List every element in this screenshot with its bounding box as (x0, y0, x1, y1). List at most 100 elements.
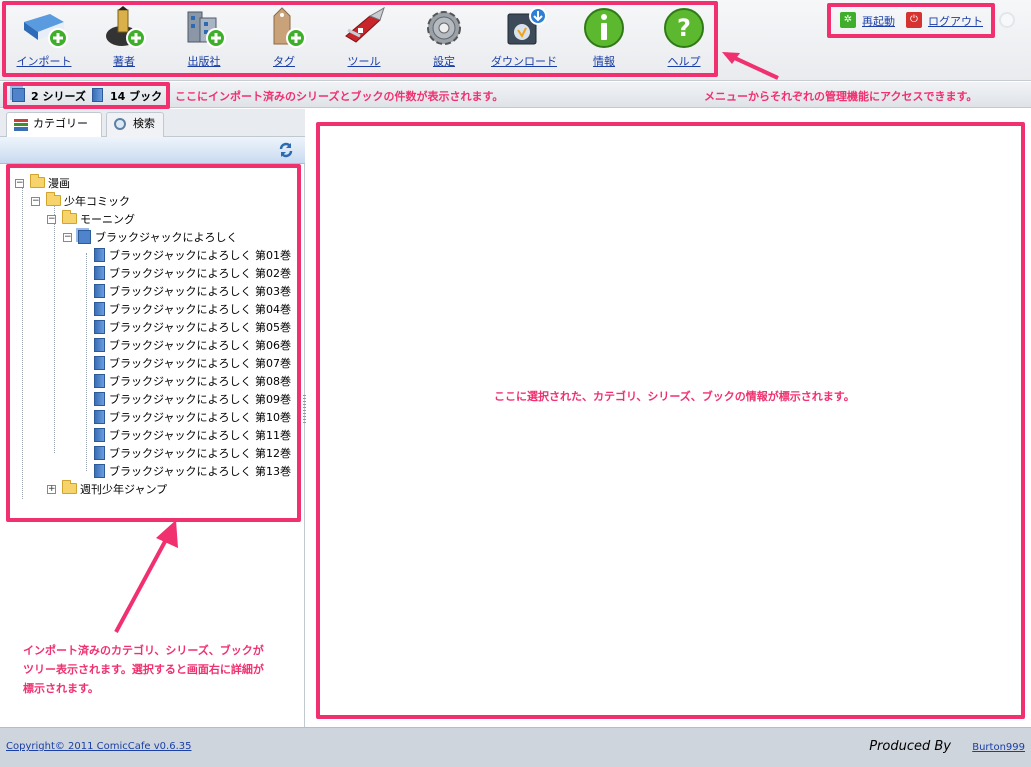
tree-node-book[interactable]: ブラックジャックによろしく 第02巻 (94, 265, 291, 283)
tree-node-book[interactable]: ブラックジャックによろしく 第05巻 (94, 319, 291, 337)
produced-by-label: Produced By (869, 739, 951, 754)
folder-icon (30, 174, 45, 188)
menu-annotation-arrow (722, 52, 779, 80)
tree-node-book[interactable]: ブラックジャックによろしく 第07巻 (94, 355, 291, 373)
tree-node-label: ブラックジャックによろしく 第07巻 (109, 357, 291, 370)
tree-node-series[interactable]: − ブラックジャックによろしく (62, 229, 237, 247)
tree-toolbar (0, 137, 305, 164)
book-icon (94, 428, 105, 442)
tree-node-book[interactable]: ブラックジャックによろしく 第11巻 (94, 427, 291, 445)
series-count: 2 シリーズ (31, 90, 86, 103)
tab-search-label: 検索 (133, 117, 155, 130)
tree-node-book[interactable]: ブラックジャックによろしく 第01巻 (94, 247, 291, 265)
tree-annotation-line: インポート済みのカテゴリ、シリーズ、ブックが (23, 644, 264, 657)
category-list-icon (14, 119, 28, 131)
tree-node-magazine[interactable]: − モーニング (46, 210, 135, 229)
expand-icon[interactable]: + (47, 485, 56, 494)
tree-annotation: インポート済みのカテゴリ、シリーズ、ブックが ツリー表示されます。選択すると画面… (23, 641, 264, 698)
tools-button[interactable]: ツール (326, 6, 402, 72)
tree-node-label: ブラックジャックによろしく 第01巻 (109, 249, 291, 262)
tree-node-root[interactable]: − 漫画 (14, 174, 70, 193)
tag-button[interactable]: タグ (246, 6, 322, 72)
tree-node-book[interactable]: ブラックジャックによろしく 第10巻 (94, 409, 291, 427)
settings-label: 設定 (433, 55, 455, 68)
collapse-icon[interactable]: − (15, 179, 24, 188)
collapse-icon[interactable]: − (47, 215, 56, 224)
tree-node-label: ブラックジャックによろしく 第05巻 (109, 321, 291, 334)
author-link[interactable]: Burton999 (972, 742, 1025, 753)
restart-link[interactable]: 再起動 (862, 13, 895, 29)
tab-category-label: カテゴリー (33, 117, 88, 130)
tree-node-label: ブラックジャックによろしく 第02巻 (109, 267, 291, 280)
tab-search[interactable]: 検索 (106, 112, 164, 137)
folder-icon (46, 192, 61, 206)
count-annotation: ここにインポート済みのシリーズとブックの件数が表示されます。 (175, 90, 504, 103)
book-icon (94, 446, 105, 460)
author-pen-icon (106, 6, 146, 48)
folder-icon (62, 210, 77, 224)
collapse-icon[interactable]: − (63, 233, 72, 242)
logout-link[interactable]: ログアウト (928, 13, 983, 29)
tab-category[interactable]: カテゴリー (6, 112, 102, 138)
tree-line (86, 253, 87, 471)
tree-annotation-line: 標示されます。 (23, 682, 99, 695)
tree-node-book[interactable]: ブラックジャックによろしく 第04巻 (94, 301, 291, 319)
tree-line (22, 181, 23, 499)
book-icon (94, 392, 105, 406)
tree-node-label: 漫画 (48, 177, 70, 190)
folder-icon (62, 480, 77, 494)
tree-node-label: 少年コミック (64, 195, 130, 208)
tab-bar: カテゴリー 検索 (0, 109, 305, 138)
power-icon[interactable]: ⏻ (906, 12, 922, 28)
download-button[interactable]: ダウンロード (486, 6, 562, 72)
collapse-icon[interactable]: − (31, 197, 40, 206)
refresh-icon[interactable] (278, 142, 294, 158)
tree-node-other[interactable]: + 週刊少年ジャンプ (46, 480, 168, 499)
toolbar: インポート 著者 出版社 タグ ツール 設定 ダウンロード 情報 ? ヘルプ ✲… (0, 0, 1031, 81)
tree-node-label: ブラックジャックによろしく 第08巻 (109, 375, 291, 388)
import-button[interactable]: インポート (6, 6, 82, 72)
tree-node-book[interactable]: ブラックジャックによろしく 第09巻 (94, 391, 291, 409)
info-icon (584, 8, 624, 48)
tree-node-label: ブラックジャックによろしく 第11巻 (109, 429, 291, 442)
tree-node-book[interactable]: ブラックジャックによろしく 第08巻 (94, 373, 291, 391)
tag-icon (273, 7, 306, 48)
series-icon (12, 88, 25, 102)
settings-button[interactable]: 設定 (406, 6, 482, 72)
detail-annotation: ここに選択された、カテゴリ、シリーズ、ブックの情報が標示されます。 (494, 390, 855, 403)
tree-node-book[interactable]: ブラックジャックによろしく 第13巻 (94, 463, 291, 481)
tree-node-label: ブラックジャックによろしく 第13巻 (109, 465, 291, 478)
book-icon (94, 410, 105, 424)
tools-label: ツール (347, 55, 381, 68)
tree-annotation-line: ツリー表示されます。選択すると画面右に詳細が (23, 663, 264, 676)
tree-node-label: ブラックジャックによろしく (95, 231, 238, 244)
tree-node-book[interactable]: ブラックジャックによろしく 第03巻 (94, 283, 291, 301)
spinner-icon (999, 12, 1015, 28)
book-count: 14 ブック (110, 90, 163, 103)
tree-node-label: 週刊少年ジャンプ (80, 483, 168, 496)
restart-icon[interactable]: ✲ (840, 12, 856, 28)
book-icon (94, 302, 105, 316)
book-icon (92, 88, 103, 102)
book-icon (94, 284, 105, 298)
help-button[interactable]: ? ヘルプ (646, 6, 722, 72)
publisher-button[interactable]: 出版社 (166, 6, 242, 72)
tree-line (54, 199, 55, 453)
tree-node-book[interactable]: ブラックジャックによろしく 第06巻 (94, 337, 291, 355)
book-icon (94, 338, 105, 352)
help-label: ヘルプ (667, 55, 701, 68)
detail-panel (306, 109, 1031, 727)
download-disk-icon (507, 7, 547, 45)
tree-node-label: ブラックジャックによろしく 第12巻 (109, 447, 291, 460)
tree-node-sub[interactable]: − 少年コミック (30, 192, 130, 211)
book-icon (94, 248, 105, 262)
tree-node-label: ブラックジャックによろしく 第04巻 (109, 303, 291, 316)
download-label: ダウンロード (491, 55, 557, 68)
menu-annotation: メニューからそれぞれの管理機能にアクセスできます。 (704, 90, 978, 103)
tree-node-book[interactable]: ブラックジャックによろしく 第12巻 (94, 445, 291, 463)
author-button[interactable]: 著者 (86, 6, 162, 72)
tree-node-label: ブラックジャックによろしく 第09巻 (109, 393, 291, 406)
tree-node-label: ブラックジャックによろしく 第10巻 (109, 411, 291, 424)
info-button[interactable]: 情報 (566, 6, 642, 72)
copyright-link[interactable]: Copyright© 2011 ComicCafe v0.6.35 (6, 741, 191, 752)
